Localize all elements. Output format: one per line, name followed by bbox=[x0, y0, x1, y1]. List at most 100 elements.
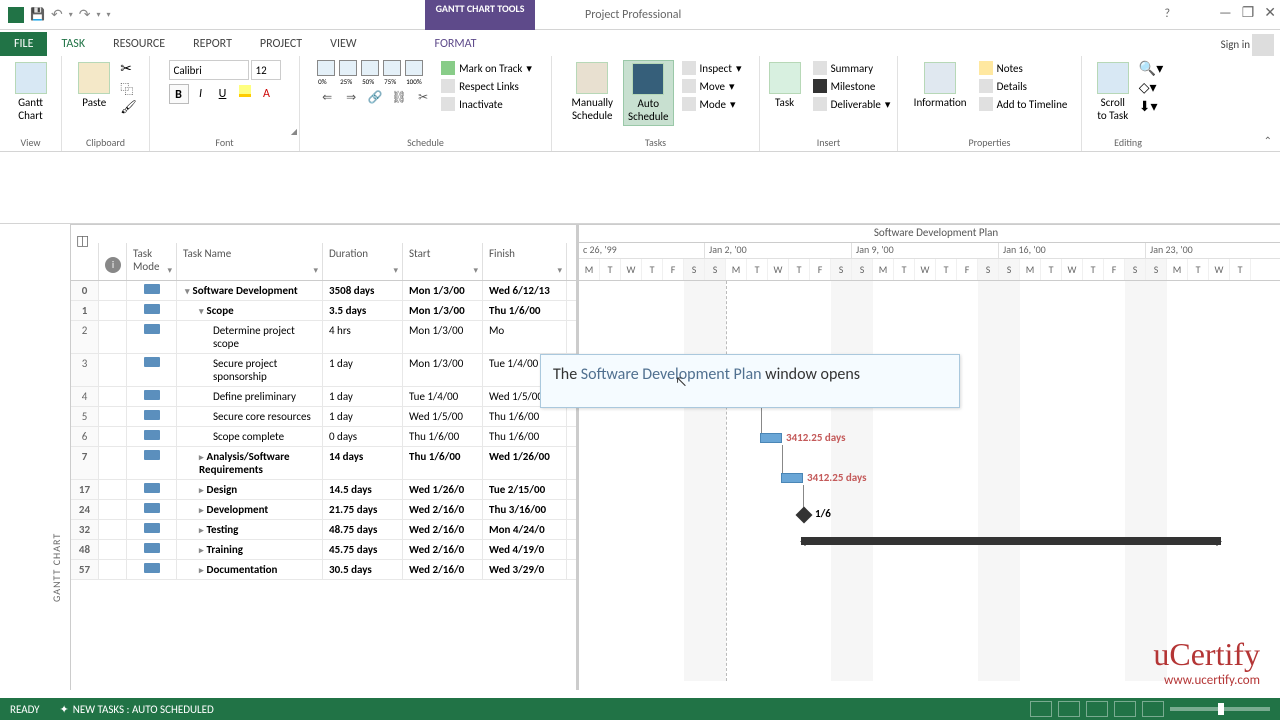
table-row[interactable]: 24▸Development21.75 daysWed 2/16/0Thu 3/… bbox=[71, 500, 576, 520]
summary-button[interactable]: Summary bbox=[811, 60, 893, 76]
table-row[interactable]: 32▸Testing48.75 daysWed 2/16/0Mon 4/24/0 bbox=[71, 520, 576, 540]
resource-tab[interactable]: RESOURCE bbox=[99, 32, 179, 56]
table-row[interactable]: 7▸Analysis/Software Requirements14 daysT… bbox=[71, 447, 576, 480]
cut-icon[interactable]: ✂ bbox=[120, 60, 137, 77]
fill-down-icon[interactable]: ⬇▾ bbox=[1139, 98, 1163, 115]
inspect-button[interactable]: Inspect ▾ bbox=[680, 60, 744, 76]
redo-icon[interactable]: ↷ bbox=[79, 6, 91, 23]
name-column-header[interactable]: Task Name▾ bbox=[177, 243, 323, 280]
gantt-bar-row5[interactable] bbox=[781, 473, 803, 483]
font-dialog-launcher[interactable]: ◢ bbox=[291, 127, 297, 137]
auto-mode-icon bbox=[144, 357, 160, 367]
table-row[interactable]: 0▾Software Development3508 daysMon 1/3/0… bbox=[71, 281, 576, 301]
minimize-icon[interactable]: — bbox=[1219, 4, 1232, 21]
task-tab[interactable]: TASK bbox=[47, 32, 99, 56]
italic-button[interactable]: I bbox=[191, 84, 211, 104]
add-timeline-button[interactable]: Add to Timeline bbox=[977, 96, 1070, 112]
copy-icon[interactable]: ⿻ bbox=[120, 79, 137, 98]
view-usage-button[interactable] bbox=[1058, 701, 1080, 717]
mode-column-header[interactable]: Task Mode▾ bbox=[127, 243, 177, 280]
outdent-button[interactable]: ⇐ bbox=[317, 90, 337, 108]
table-row[interactable]: 3Secure project sponsorship1 dayMon 1/3/… bbox=[71, 354, 576, 387]
format-tab[interactable]: FORMAT bbox=[421, 32, 491, 56]
inactive-icon bbox=[441, 97, 455, 111]
gantt-chart[interactable]: Software Development Plan c 26, '99Jan 2… bbox=[579, 225, 1280, 690]
mark-on-track-button[interactable]: Mark on Track ▾ bbox=[439, 60, 534, 76]
move-button[interactable]: Move ▾ bbox=[680, 78, 744, 94]
respect-links-button[interactable]: Respect Links bbox=[439, 78, 534, 94]
bold-button[interactable]: B bbox=[169, 84, 189, 104]
start-column-header[interactable]: Start▾ bbox=[403, 243, 483, 280]
view-resource-button[interactable] bbox=[1142, 701, 1164, 717]
information-button[interactable]: Information bbox=[910, 60, 971, 111]
sign-in-link[interactable]: Sign in bbox=[1221, 38, 1250, 51]
notes-button[interactable]: Notes bbox=[977, 60, 1070, 76]
avatar-icon[interactable] bbox=[1252, 34, 1274, 56]
redo-dd-icon[interactable]: ▾ bbox=[96, 10, 100, 20]
milestone-button[interactable]: Milestone bbox=[811, 78, 893, 94]
view-tab[interactable]: VIEW bbox=[316, 32, 370, 56]
manually-schedule-button[interactable]: Manually Schedule bbox=[567, 60, 617, 124]
format-painter-icon[interactable]: 🖌 bbox=[120, 100, 137, 115]
manual-icon bbox=[576, 62, 608, 94]
view-network-button[interactable] bbox=[1086, 701, 1108, 717]
indent-button[interactable]: ⇒ bbox=[341, 90, 361, 108]
gantt-body[interactable]: 3412.25 days 3412.25 days 3412.25 days 1… bbox=[579, 281, 1280, 681]
table-row[interactable]: 2Determine project scope4 hrsMon 1/3/00M… bbox=[71, 321, 576, 354]
underline-button[interactable]: U bbox=[213, 84, 233, 104]
fill-color-button[interactable] bbox=[235, 84, 255, 104]
paste-button[interactable]: Paste bbox=[74, 60, 114, 111]
inactivate-button[interactable]: Inactivate bbox=[439, 96, 534, 112]
view-calendar-button[interactable] bbox=[1114, 701, 1136, 717]
pct-75-button[interactable]: 75% bbox=[383, 60, 401, 76]
table-row[interactable]: 17▸Design14.5 daysWed 1/26/0Tue 2/15/00 bbox=[71, 480, 576, 500]
pct-25-button[interactable]: 25% bbox=[339, 60, 357, 76]
project-tab[interactable]: PROJECT bbox=[246, 32, 316, 56]
summary-bar-row7[interactable] bbox=[801, 537, 1221, 545]
insert-task-button[interactable]: Task bbox=[765, 60, 805, 111]
qat-customize-icon[interactable]: ▾ bbox=[106, 10, 110, 20]
duration-column-header[interactable]: Duration▾ bbox=[323, 243, 403, 280]
link-button[interactable]: 🔗 bbox=[365, 90, 385, 108]
unlink-button[interactable]: ⛓ bbox=[389, 90, 409, 108]
close-icon[interactable]: ✕ bbox=[1264, 4, 1276, 21]
file-tab[interactable]: FILE bbox=[0, 32, 47, 56]
scroll-to-task-button[interactable]: Scroll to Task bbox=[1093, 60, 1133, 124]
gantt-bar-row4[interactable] bbox=[760, 433, 782, 443]
font-color-button[interactable]: A bbox=[257, 84, 277, 104]
status-new-tasks[interactable]: ✦NEW TASKS : AUTO SCHEDULED bbox=[60, 703, 214, 716]
clear-icon[interactable]: ◇▾ bbox=[1139, 79, 1163, 96]
timeline-panel[interactable] bbox=[0, 152, 1280, 224]
task-table: i Task Mode▾ Task Name▾ Duration▾ Start▾… bbox=[71, 225, 579, 690]
table-row[interactable]: 1▾Scope3.5 daysMon 1/3/00Thu 1/6/00 bbox=[71, 301, 576, 321]
table-row[interactable]: 6Scope complete0 daysThu 1/6/00Thu 1/6/0… bbox=[71, 427, 576, 447]
zoom-slider[interactable] bbox=[1170, 707, 1270, 711]
mode-button[interactable]: Mode ▾ bbox=[680, 96, 744, 112]
find-icon[interactable]: 🔍▾ bbox=[1139, 60, 1163, 77]
pct-50-button[interactable]: 50% bbox=[361, 60, 379, 76]
milestone-row6[interactable] bbox=[796, 507, 813, 524]
collapse-ribbon-icon[interactable]: ⌃ bbox=[1264, 134, 1272, 147]
details-button[interactable]: Details bbox=[977, 78, 1070, 94]
table-row[interactable]: 5Secure core resources1 dayWed 1/5/00Thu… bbox=[71, 407, 576, 427]
view-gantt-button[interactable] bbox=[1030, 701, 1052, 717]
font-name-input[interactable] bbox=[169, 60, 249, 80]
table-row[interactable]: 48▸Training45.75 daysWed 2/16/0Wed 4/19/… bbox=[71, 540, 576, 560]
undo-icon[interactable]: ↶ bbox=[51, 6, 63, 23]
finish-column-header[interactable]: Finish▾ bbox=[483, 243, 567, 280]
table-row[interactable]: 57▸Documentation30.5 daysWed 2/16/0Wed 3… bbox=[71, 560, 576, 580]
help-icon[interactable]: ? bbox=[1164, 7, 1170, 21]
font-size-input[interactable] bbox=[251, 60, 281, 80]
gantt-chart-button[interactable]: Gantt Chart bbox=[11, 60, 51, 124]
auto-schedule-button[interactable]: Auto Schedule bbox=[623, 60, 674, 126]
gantt-bar-label-row5: 3412.25 days bbox=[807, 471, 867, 484]
pct-0-button[interactable]: 0% bbox=[317, 60, 335, 76]
report-tab[interactable]: REPORT bbox=[179, 32, 246, 56]
deliverable-button[interactable]: Deliverable ▾ bbox=[811, 96, 893, 112]
split-button[interactable]: ✂ bbox=[413, 90, 433, 108]
table-row[interactable]: 4Define preliminary1 dayTue 1/4/00Wed 1/… bbox=[71, 387, 576, 407]
save-icon[interactable]: 💾 bbox=[30, 7, 45, 22]
undo-dd-icon[interactable]: ▾ bbox=[69, 10, 73, 20]
restore-icon[interactable]: ❐ bbox=[1242, 4, 1255, 21]
pct-100-button[interactable]: 100% bbox=[405, 60, 423, 76]
